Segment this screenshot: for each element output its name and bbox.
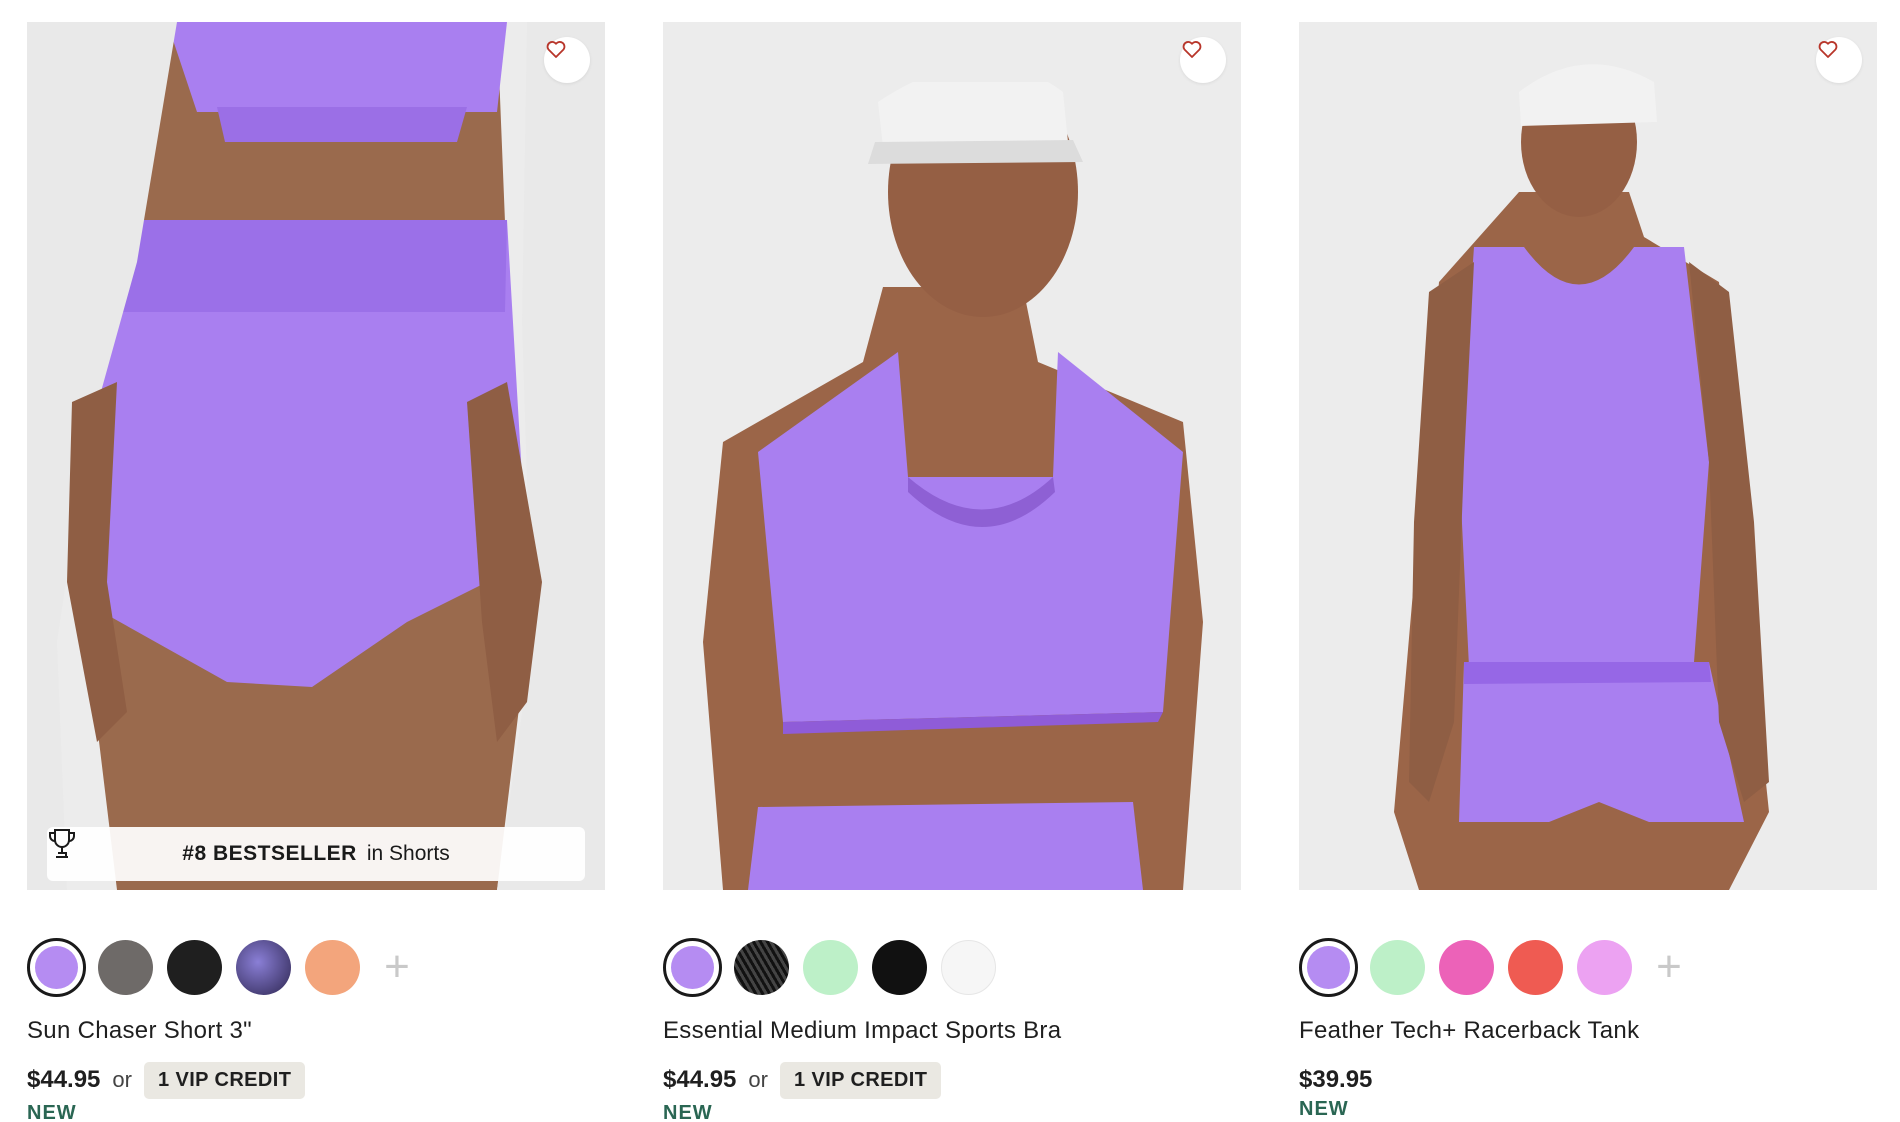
swatch[interactable]	[939, 938, 998, 997]
swatch[interactable]	[96, 938, 155, 997]
heart-outline-icon	[546, 41, 566, 58]
price-row: $39.95	[1299, 1060, 1372, 1100]
product-price: $44.95	[27, 1066, 101, 1093]
or-text: or	[112, 1067, 132, 1092]
product-card[interactable]: #8 BESTSELLER in Shorts + Sun Chaser Sho…	[27, 22, 605, 1122]
color-swatches	[663, 936, 998, 998]
product-name[interactable]: Feather Tech+ Racerback Tank	[1299, 1017, 1639, 1045]
product-price: $39.95	[1299, 1066, 1373, 1093]
new-label: NEW	[27, 1102, 77, 1122]
swatch[interactable]	[870, 938, 929, 997]
plus-icon: +	[384, 942, 410, 991]
swatch[interactable]	[1575, 938, 1634, 997]
more-colors-button[interactable]: +	[372, 938, 422, 997]
swatch-selected[interactable]	[1299, 937, 1358, 997]
product-image[interactable]	[663, 22, 1241, 890]
product-name[interactable]: Essential Medium Impact Sports Bra	[663, 1017, 1061, 1045]
swatch-selected[interactable]	[663, 937, 722, 997]
new-label: NEW	[663, 1102, 713, 1122]
color-swatches: +	[27, 936, 422, 998]
heart-outline-icon	[1182, 41, 1202, 58]
product-photo-shorts	[27, 22, 605, 890]
favorite-button[interactable]	[1180, 37, 1226, 83]
product-price: $44.95	[663, 1066, 737, 1093]
plus-icon: +	[1656, 942, 1682, 991]
swatch[interactable]	[732, 938, 791, 997]
vip-credit-badge: 1 VIP CREDIT	[779, 1061, 942, 1099]
color-swatches: +	[1299, 936, 1694, 998]
swatch[interactable]	[303, 938, 362, 997]
swatch[interactable]	[801, 938, 860, 997]
product-card[interactable]: Essential Medium Impact Sports Bra $44.9…	[663, 22, 1241, 1122]
product-name[interactable]: Sun Chaser Short 3"	[27, 1017, 252, 1045]
price-row: $44.95 or 1 VIP CREDIT	[663, 1060, 942, 1100]
favorite-button[interactable]	[544, 37, 590, 83]
swatch[interactable]	[165, 938, 224, 997]
vip-credit-badge: 1 VIP CREDIT	[143, 1061, 306, 1099]
product-card[interactable]: + Feather Tech+ Racerback Tank $39.95 NE…	[1299, 22, 1877, 1120]
badge-category: in Shorts	[366, 842, 450, 865]
product-image[interactable]	[1299, 22, 1877, 890]
product-photo-racerback-tank	[1299, 22, 1877, 890]
favorite-button[interactable]	[1816, 37, 1862, 83]
product-grid: #8 BESTSELLER in Shorts + Sun Chaser Sho…	[27, 22, 1877, 1122]
price-row: $44.95 or 1 VIP CREDIT	[27, 1060, 306, 1100]
or-text: or	[748, 1067, 768, 1092]
new-label: NEW	[1299, 1098, 1349, 1120]
swatch[interactable]	[1368, 938, 1427, 997]
badge-rank: #8 BESTSELLER	[182, 842, 357, 865]
swatch[interactable]	[1506, 938, 1565, 997]
swatch[interactable]	[1437, 938, 1496, 997]
swatch-selected[interactable]	[27, 937, 86, 997]
swatch[interactable]	[234, 938, 293, 997]
bestseller-badge: #8 BESTSELLER in Shorts	[47, 827, 585, 881]
trophy-icon	[49, 829, 75, 858]
product-image[interactable]: #8 BESTSELLER in Shorts	[27, 22, 605, 890]
product-photo-sports-bra	[663, 22, 1241, 890]
heart-outline-icon	[1818, 41, 1838, 58]
more-colors-button[interactable]: +	[1644, 938, 1694, 997]
